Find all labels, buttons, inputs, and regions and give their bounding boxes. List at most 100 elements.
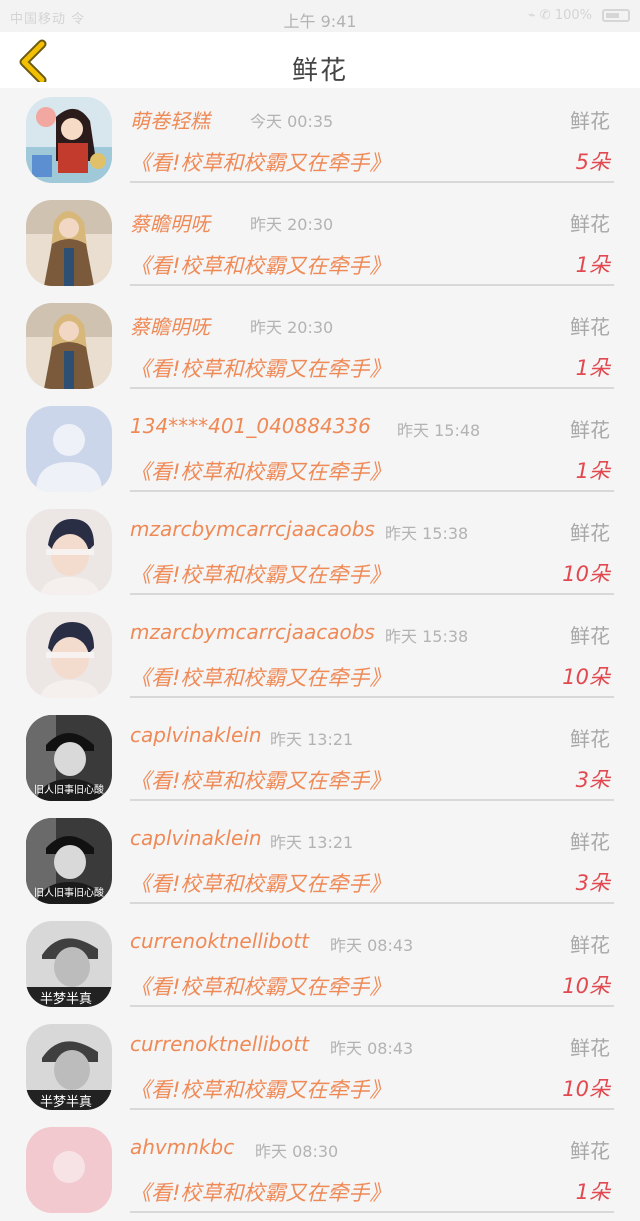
flower-count: 3朵 <box>575 768 610 792</box>
avatar[interactable]: 旧人旧事旧心酸 <box>26 818 112 904</box>
gift-type-label: 鲜花 <box>570 521 610 545</box>
list-item[interactable]: 134****401_040884336 昨天 15:48 鲜花 《看!校草和校… <box>0 397 640 500</box>
list-item[interactable]: 半梦半真 currenoktnellibott 昨天 08:43 鲜花 《看!校… <box>0 1015 640 1118</box>
svg-text:半梦半真: 半梦半真 <box>40 992 92 1007</box>
divider <box>130 284 614 286</box>
list-item[interactable]: mzarcbymcarrcjaacaobs 昨天 15:38 鲜花 《看!校草和… <box>0 500 640 603</box>
divider <box>130 696 614 698</box>
gift-type-label: 鲜花 <box>570 727 610 751</box>
user-name[interactable]: mzarcbymcarrcjaacaobs <box>130 517 375 541</box>
avatar[interactable] <box>26 303 112 389</box>
book-title-link[interactable]: 《看!校草和校霸又在牵手》 <box>130 868 390 898</box>
user-name[interactable]: currenoktnellibott <box>130 929 309 953</box>
divider <box>130 387 614 389</box>
divider <box>130 593 614 595</box>
page-title: 鲜花 <box>291 56 348 86</box>
gift-type-label: 鲜花 <box>570 1036 610 1060</box>
avatar-image <box>26 303 112 389</box>
list-item[interactable]: ahvmnkbc 昨天 08:30 鲜花 《看!校草和校霸又在牵手》 1朵 <box>0 1118 640 1221</box>
divider <box>130 1211 614 1213</box>
gift-type-label: 鲜花 <box>570 1139 610 1163</box>
list-item[interactable]: 蔡瞻明呒 昨天 20:30 鲜花 《看!校草和校霸又在牵手》 1朵 <box>0 294 640 397</box>
flower-count: 5朵 <box>575 150 610 174</box>
book-title-link[interactable]: 《看!校草和校霸又在牵手》 <box>130 1177 390 1207</box>
battery-icon <box>602 9 630 22</box>
user-name[interactable]: 蔡瞻明呒 <box>130 208 210 237</box>
user-name[interactable]: 萌卷轻糕 <box>130 105 210 134</box>
svg-text:旧人旧事旧心酸: 旧人旧事旧心酸 <box>34 886 104 899</box>
book-title-link[interactable]: 《看!校草和校霸又在牵手》 <box>130 559 390 589</box>
avatar[interactable]: 旧人旧事旧心酸 <box>26 715 112 801</box>
user-name[interactable]: caplvinaklein <box>130 826 262 850</box>
gift-time: 昨天 15:48 <box>397 421 481 440</box>
book-title-link[interactable]: 《看!校草和校霸又在牵手》 <box>130 1074 390 1104</box>
gift-time: 昨天 13:21 <box>270 833 354 852</box>
flower-count: 10朵 <box>562 665 610 689</box>
gift-type-label: 鲜花 <box>570 933 610 957</box>
avatar-image <box>26 97 112 183</box>
book-title-link[interactable]: 《看!校草和校霸又在牵手》 <box>130 971 390 1001</box>
divider <box>130 181 614 183</box>
flower-count: 10朵 <box>562 562 610 586</box>
book-title-link[interactable]: 《看!校草和校霸又在牵手》 <box>130 353 390 383</box>
flower-count: 1朵 <box>575 253 610 277</box>
avatar-image <box>26 406 112 492</box>
status-icons: ⌁ ✆ 100% <box>527 8 592 23</box>
gift-time: 昨天 20:30 <box>250 318 334 337</box>
flower-gift-list: 萌卷轻糕 今天 00:35 鲜花 《看!校草和校霸又在牵手》 5朵 蔡瞻明呒 昨… <box>0 88 640 1221</box>
gift-type-label: 鲜花 <box>570 624 610 648</box>
gift-time: 昨天 20:30 <box>250 215 334 234</box>
flower-count: 1朵 <box>575 1180 610 1204</box>
divider <box>130 490 614 492</box>
divider <box>130 1005 614 1007</box>
flower-count: 3朵 <box>575 871 610 895</box>
avatar[interactable]: 半梦半真 <box>26 921 112 1007</box>
flower-count: 10朵 <box>562 974 610 998</box>
gift-time: 昨天 15:38 <box>385 627 469 646</box>
book-title-link[interactable]: 《看!校草和校霸又在牵手》 <box>130 250 390 280</box>
gift-time: 昨天 13:21 <box>270 730 354 749</box>
gift-time: 昨天 08:43 <box>330 936 414 955</box>
gift-time: 昨天 08:43 <box>330 1039 414 1058</box>
divider <box>130 799 614 801</box>
gift-type-label: 鲜花 <box>570 418 610 442</box>
avatar-image <box>26 509 112 595</box>
nav-bar: 鲜花 <box>0 32 640 88</box>
flower-count: 1朵 <box>575 356 610 380</box>
avatar[interactable] <box>26 612 112 698</box>
avatar-image: 半梦半真 <box>26 921 112 1007</box>
list-item[interactable]: mzarcbymcarrcjaacaobs 昨天 15:38 鲜花 《看!校草和… <box>0 603 640 706</box>
avatar[interactable] <box>26 1127 112 1213</box>
book-title-link[interactable]: 《看!校草和校霸又在牵手》 <box>130 662 390 692</box>
avatar-image: 旧人旧事旧心酸 <box>26 715 112 801</box>
avatar-image <box>26 1127 112 1213</box>
list-item[interactable]: 蔡瞻明呒 昨天 20:30 鲜花 《看!校草和校霸又在牵手》 1朵 <box>0 191 640 294</box>
gift-time: 昨天 08:30 <box>255 1142 339 1161</box>
list-item[interactable]: 旧人旧事旧心酸 caplvinaklein 昨天 13:21 鲜花 《看!校草和… <box>0 809 640 912</box>
user-name[interactable]: 134****401_040884336 <box>130 414 371 438</box>
list-item[interactable]: 萌卷轻糕 今天 00:35 鲜花 《看!校草和校霸又在牵手》 5朵 <box>0 88 640 191</box>
list-item[interactable]: 旧人旧事旧心酸 caplvinaklein 昨天 13:21 鲜花 《看!校草和… <box>0 706 640 809</box>
avatar[interactable] <box>26 406 112 492</box>
gift-time: 今天 00:35 <box>250 112 334 131</box>
avatar[interactable] <box>26 200 112 286</box>
avatar[interactable] <box>26 509 112 595</box>
user-name[interactable]: 蔡瞻明呒 <box>130 311 210 340</box>
gift-type-label: 鲜花 <box>570 109 610 133</box>
avatar[interactable]: 半梦半真 <box>26 1024 112 1110</box>
user-name[interactable]: mzarcbymcarrcjaacaobs <box>130 620 375 644</box>
avatar[interactable] <box>26 97 112 183</box>
user-name[interactable]: currenoktnellibott <box>130 1032 309 1056</box>
avatar-image <box>26 612 112 698</box>
gift-time: 昨天 15:38 <box>385 524 469 543</box>
user-name[interactable]: caplvinaklein <box>130 723 262 747</box>
list-item[interactable]: 半梦半真 currenoktnellibott 昨天 08:43 鲜花 《看!校… <box>0 912 640 1015</box>
user-name[interactable]: ahvmnkbc <box>130 1135 234 1159</box>
divider <box>130 902 614 904</box>
book-title-link[interactable]: 《看!校草和校霸又在牵手》 <box>130 456 390 486</box>
svg-text:半梦半真: 半梦半真 <box>40 1095 92 1110</box>
book-title-link[interactable]: 《看!校草和校霸又在牵手》 <box>130 765 390 795</box>
avatar-image: 半梦半真 <box>26 1024 112 1110</box>
avatar-image: 旧人旧事旧心酸 <box>26 818 112 904</box>
book-title-link[interactable]: 《看!校草和校霸又在牵手》 <box>130 147 390 177</box>
